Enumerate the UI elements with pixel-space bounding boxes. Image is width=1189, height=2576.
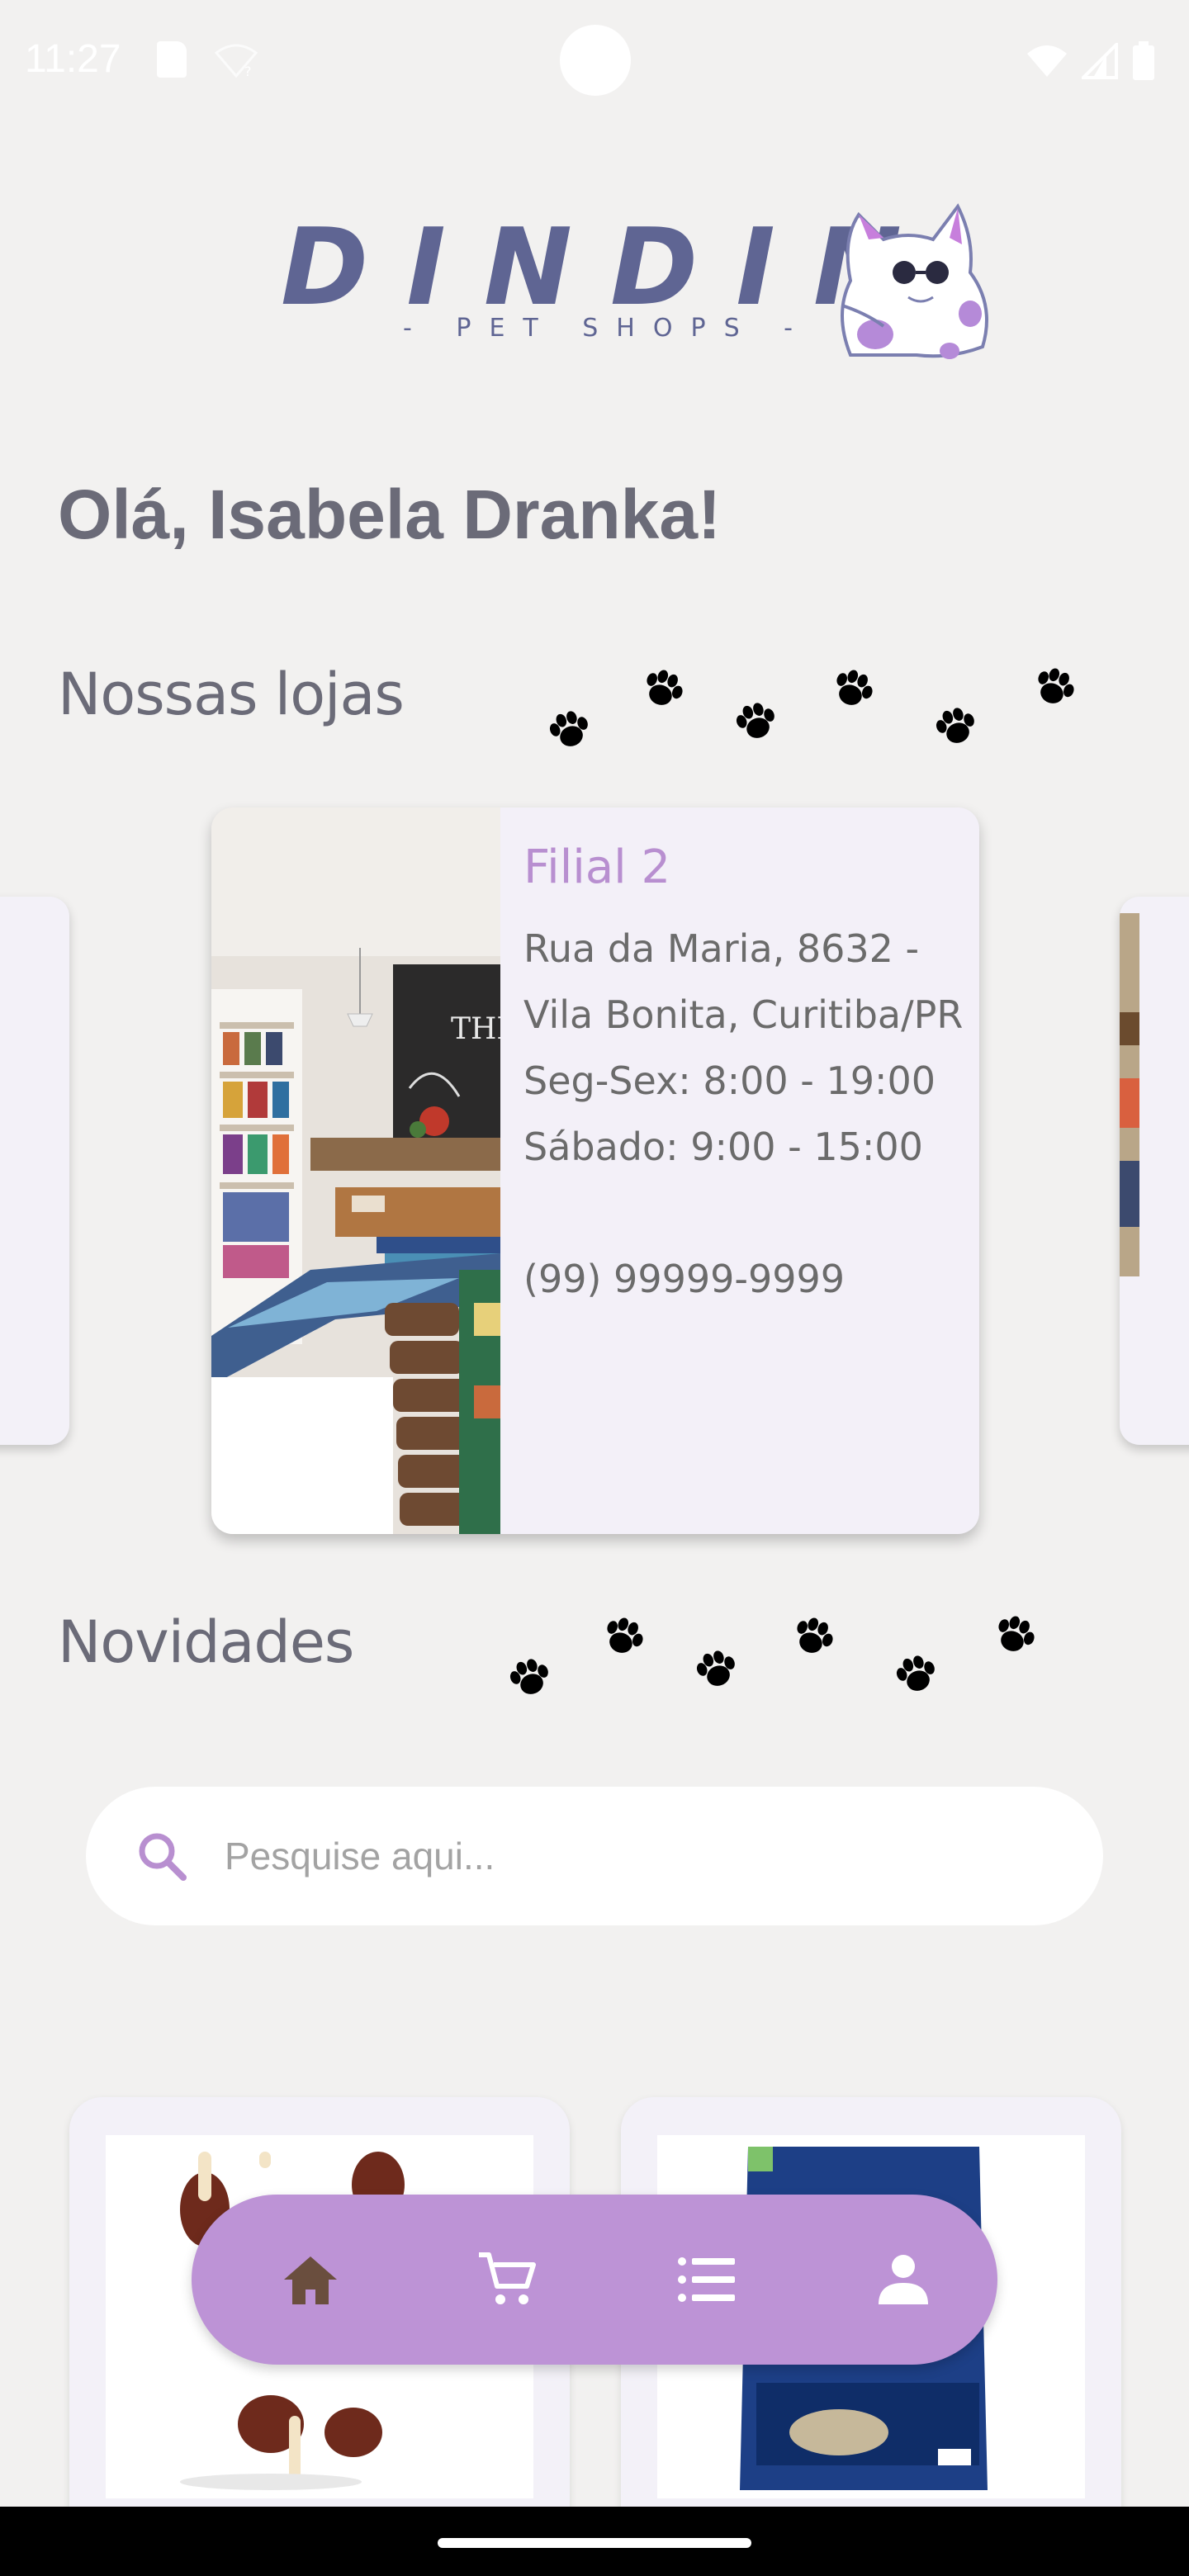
store-hours-saturday: Sábado: 9:00 - 15:00 xyxy=(523,1125,923,1169)
nav-home[interactable] xyxy=(269,2238,352,2321)
store-card-previous[interactable] xyxy=(0,897,69,1445)
home-icon xyxy=(284,2256,337,2304)
status-time: 11:27 xyxy=(25,37,121,81)
news-section-title: Novidades xyxy=(58,1608,354,1676)
cart-icon xyxy=(479,2252,536,2304)
paw-prints-decoration xyxy=(546,663,1079,752)
svg-text:THE: THE xyxy=(451,1012,500,1046)
store-name: Filial 2 xyxy=(523,841,671,894)
wifi-icon xyxy=(1027,45,1067,77)
bottom-navigation xyxy=(192,2195,997,2365)
store-phone: (99) 99999-9999 xyxy=(523,1257,846,1301)
signal-icon xyxy=(1082,43,1118,79)
greeting-title: Olá, Isabela Dranka! xyxy=(58,476,722,553)
paw-prints-decoration-news xyxy=(506,1611,1040,1700)
store-photo-next xyxy=(1120,913,1139,1276)
nav-list[interactable] xyxy=(666,2238,748,2321)
status-bar: 11:27 ? xyxy=(0,0,1189,124)
store-spacer xyxy=(523,1180,969,1246)
camera-cutout xyxy=(560,25,631,96)
person-icon xyxy=(879,2255,928,2304)
store-info: Filial 2 Rua da Maria, 8632 - Vila Bonit… xyxy=(523,841,969,1312)
nav-profile[interactable] xyxy=(862,2238,945,2321)
store-hours-weekday: Seg-Sex: 8:00 - 19:00 xyxy=(523,1058,936,1103)
search-bar[interactable] xyxy=(86,1787,1103,1925)
cat-mascot-icon xyxy=(841,203,988,359)
list-icon xyxy=(678,2257,735,2302)
store-card[interactable]: THE xyxy=(211,807,979,1534)
search-icon xyxy=(139,1833,187,1881)
svg-text:?: ? xyxy=(244,64,252,79)
search-input[interactable] xyxy=(225,1825,1050,1887)
wifi-off-icon: ? xyxy=(214,44,258,79)
stores-section-title: Nossas lojas xyxy=(58,661,405,728)
nav-cart[interactable] xyxy=(466,2238,548,2321)
brand-tagline: - PET SHOPS - xyxy=(403,314,811,343)
store-card-next[interactable] xyxy=(1120,897,1189,1445)
store-address-line1: Rua da Maria, 8632 - xyxy=(523,926,920,971)
gesture-handle[interactable] xyxy=(438,2538,751,2548)
store-address-line2: Vila Bonita, Curitiba/PR xyxy=(523,992,964,1037)
battery-icon xyxy=(1133,41,1154,80)
sim-card-icon xyxy=(157,41,187,78)
brand-logo: DINDIN - PET SHOPS - xyxy=(281,190,1007,380)
store-photo: THE xyxy=(211,807,500,1534)
